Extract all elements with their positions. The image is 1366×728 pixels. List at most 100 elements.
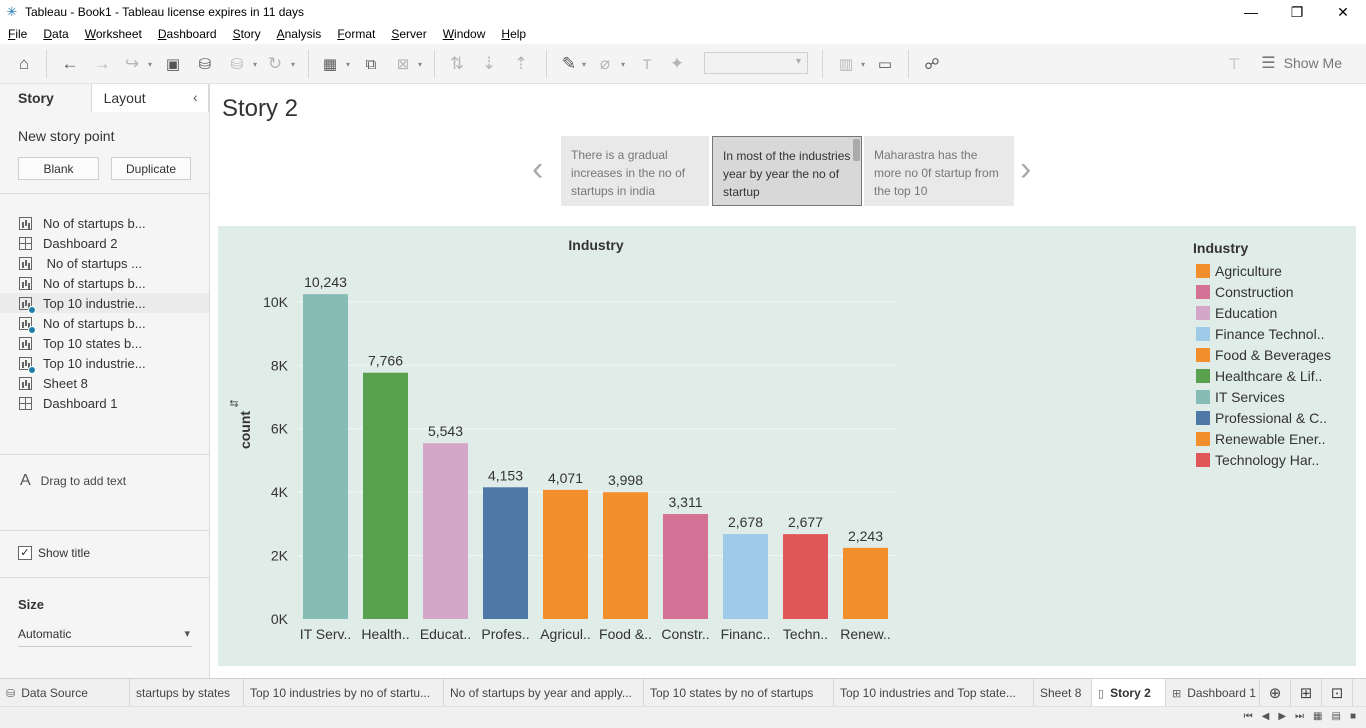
size-dropdown[interactable]: Automatic: [18, 627, 192, 647]
sheet-tab[interactable]: ⊞ Dashboard 1: [1166, 679, 1260, 707]
show-title-checkbox[interactable]: ✓ Show title: [18, 546, 90, 560]
legend-item[interactable]: Construction: [1193, 281, 1353, 302]
sort-descending-icon[interactable]: ⇡: [510, 52, 532, 76]
next-story-point-icon[interactable]: ›: [1020, 152, 1031, 186]
title-bar: ✳ Tableau - Book1 - Tableau license expi…: [0, 0, 1366, 24]
sheet-list-item[interactable]: Top 10 states b...: [0, 333, 209, 353]
duplicate-sheet-icon[interactable]: ⧉: [360, 52, 382, 76]
tab-layout[interactable]: Layout: [91, 84, 209, 112]
previous-story-point-icon[interactable]: ‹: [532, 152, 543, 186]
menu-help[interactable]: Help: [501, 27, 526, 41]
filmstrip-view-icon[interactable]: ▤: [1332, 711, 1341, 722]
sheet-tab[interactable]: ▯ Story 2: [1092, 679, 1166, 707]
new-dashboard-icon[interactable]: ⊞: [1291, 679, 1322, 707]
legend-item[interactable]: Food & Beverages: [1193, 344, 1353, 365]
save-icon[interactable]: ▣: [162, 52, 184, 76]
collapse-pane-icon[interactable]: ‹: [193, 89, 198, 105]
swap-rows-columns-icon[interactable]: ⇅: [446, 52, 468, 76]
last-sheet-icon[interactable]: ⏭: [1295, 711, 1304, 722]
new-worksheet-icon[interactable]: ⊕: [1260, 679, 1291, 707]
fix-axes-icon[interactable]: ✦: [666, 52, 688, 76]
sheet-tab[interactable]: Sheet 8: [1034, 679, 1092, 707]
replay-icon[interactable]: ↪: [120, 52, 144, 76]
story-point-2[interactable]: In most of the industries year by year t…: [712, 136, 862, 206]
sheet-list-item[interactable]: No of startups b...: [0, 313, 209, 334]
legend-swatch: [1196, 326, 1210, 341]
clear-sheet-icon[interactable]: ⊠: [392, 52, 414, 76]
duplicate-button[interactable]: Duplicate: [111, 157, 191, 180]
highlight-icon[interactable]: ✎: [558, 52, 580, 76]
pane-tabs: Story Layout ‹: [0, 84, 209, 112]
sheet-tab[interactable]: Top 10 industries and Top state...: [834, 679, 1034, 707]
sheet-list-item[interactable]: No of startups b...: [0, 273, 209, 293]
home-icon[interactable]: ⌂: [12, 52, 36, 76]
redo-icon[interactable]: →: [90, 52, 114, 76]
legend-item[interactable]: Agriculture: [1193, 260, 1353, 281]
restore-icon[interactable]: ❐: [1274, 0, 1320, 24]
new-story-icon[interactable]: ⊡: [1322, 679, 1353, 707]
prev-sheet-icon[interactable]: ◀: [1262, 711, 1270, 722]
menu-window[interactable]: Window: [443, 27, 486, 41]
fit-icon[interactable]: ▥: [834, 52, 858, 76]
sheet-list-item[interactable]: No of startups ...: [0, 253, 209, 273]
next-sheet-icon[interactable]: ▶: [1278, 711, 1286, 722]
pause-updates-icon[interactable]: ⛁: [226, 52, 248, 76]
legend-item[interactable]: Education: [1193, 302, 1353, 323]
sort-axis-icon: ⇵: [229, 399, 241, 408]
menu-data[interactable]: Data: [43, 27, 68, 41]
sheet-list-item[interactable]: No of startups b...: [0, 213, 209, 233]
tab-view-icon[interactable]: ■: [1350, 711, 1356, 722]
group-members-icon[interactable]: ⌀: [594, 52, 616, 76]
legend-item[interactable]: Finance Technol..: [1193, 323, 1353, 344]
refresh-icon[interactable]: ↻: [264, 52, 286, 76]
tab-story[interactable]: Story: [0, 84, 92, 112]
menu-dashboard[interactable]: Dashboard: [158, 27, 217, 41]
show-title-label: Show title: [38, 546, 91, 560]
legend-item[interactable]: Renewable Ener..: [1193, 428, 1353, 449]
tableau-logo-icon: ✳: [6, 4, 18, 19]
menu-server[interactable]: Server: [391, 27, 426, 41]
drag-to-add-text[interactable]: A Drag to add text: [20, 472, 126, 490]
legend-item[interactable]: Professional & C..: [1193, 407, 1353, 428]
sheet-tab[interactable]: startups by states: [130, 679, 244, 707]
sheet-tab[interactable]: No of startups by year and apply...: [444, 679, 644, 707]
legend-label: Healthcare & Lif..: [1215, 367, 1323, 384]
menu-worksheet[interactable]: Worksheet: [85, 27, 142, 41]
legend-swatch: [1196, 305, 1210, 320]
sheet-list-item-label: Sheet 8: [43, 375, 88, 391]
menu-analysis[interactable]: Analysis: [277, 27, 322, 41]
sort-ascending-icon[interactable]: ⇣: [478, 52, 500, 76]
new-worksheet-icon[interactable]: ▦: [318, 52, 342, 76]
story-point-3[interactable]: Maharastra has the more no 0f startup fr…: [864, 136, 1014, 206]
show-me-button[interactable]: ☰ Show Me: [1261, 52, 1342, 74]
legend-item[interactable]: Healthcare & Lif..: [1193, 365, 1353, 386]
story-point-1[interactable]: There is a gradual increases in the no o…: [561, 136, 709, 206]
sheet-list-item[interactable]: Top 10 industrie...: [0, 293, 209, 314]
grid-view-icon[interactable]: ▦: [1313, 711, 1322, 722]
menu-file[interactable]: File: [8, 27, 27, 41]
new-data-source-icon[interactable]: ⛁: [194, 52, 216, 76]
cards-dropdown[interactable]: [704, 52, 808, 74]
legend-item[interactable]: Technology Har..: [1193, 449, 1353, 470]
menu-format[interactable]: Format: [337, 27, 375, 41]
format-painter-icon[interactable]: ⊤: [1222, 52, 1246, 76]
sheet-list-item[interactable]: Top 10 industrie...: [0, 353, 209, 374]
sheet-tab[interactable]: Top 10 industries by no of startu...: [244, 679, 444, 707]
close-icon[interactable]: ✕: [1320, 0, 1366, 24]
story-point-text: In most of the industries year by year t…: [723, 149, 851, 199]
show-mark-labels-icon[interactable]: T: [636, 52, 658, 76]
blank-button[interactable]: Blank: [18, 157, 99, 180]
story-point-scrollbar[interactable]: [853, 139, 860, 161]
sheet-list-item[interactable]: Dashboard 1: [0, 393, 209, 413]
menu-story[interactable]: Story: [233, 27, 261, 41]
legend-item[interactable]: IT Services: [1193, 386, 1353, 407]
sheet-list-item[interactable]: Sheet 8: [0, 373, 209, 393]
sheet-tab[interactable]: ⛁ Data Source: [0, 679, 130, 707]
sheet-tab[interactable]: Top 10 states by no of startups: [644, 679, 834, 707]
sheet-list-item[interactable]: Dashboard 2: [0, 233, 209, 253]
undo-icon[interactable]: ←: [58, 52, 82, 76]
first-sheet-icon[interactable]: ⏮: [1244, 711, 1253, 722]
share-icon[interactable]: ☍: [920, 52, 944, 76]
minimize-icon[interactable]: —: [1228, 0, 1274, 24]
presentation-mode-icon[interactable]: ▭: [874, 52, 896, 76]
